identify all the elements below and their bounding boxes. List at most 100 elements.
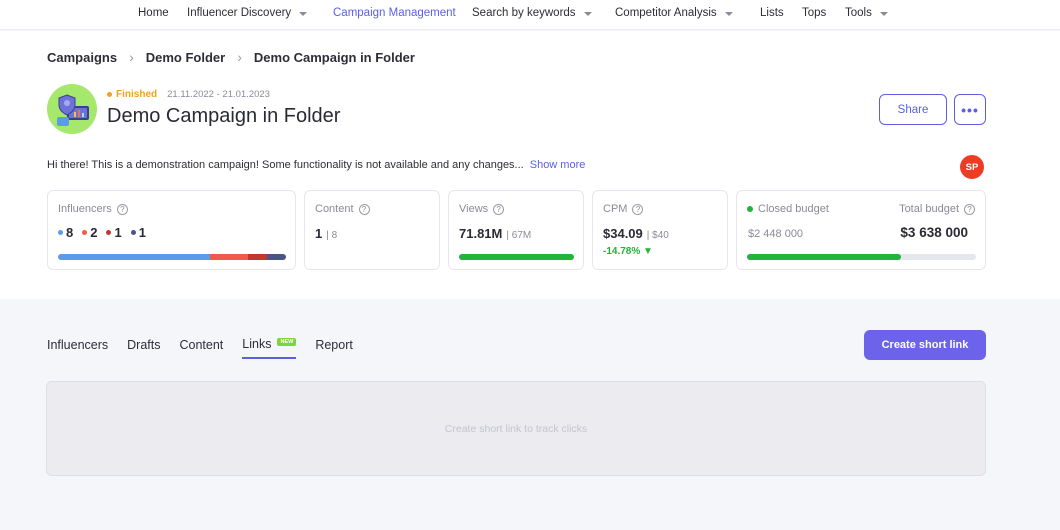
- status-dot-icon: [107, 92, 112, 97]
- influencer-status-dot-icon: [82, 230, 88, 235]
- cpm-amount: $34.09: [603, 226, 643, 241]
- user-avatar[interactable]: SP: [960, 155, 984, 179]
- cpm-target: | $40: [646, 230, 669, 241]
- new-badge: NEW: [277, 338, 297, 346]
- more-options-button[interactable]: •••: [954, 94, 986, 125]
- nav-campaign-management-label: Campaign Management: [333, 7, 456, 19]
- campaign-tabs: Influencers Drafts Content Links NEW Repo…: [47, 337, 372, 359]
- chevron-right-icon: ›: [129, 49, 134, 65]
- influencer-count-0: 8: [58, 225, 73, 240]
- total-budget-label-text: Total budget: [899, 203, 959, 215]
- nav-influencer-discovery-label: Influencer Discovery: [187, 7, 292, 19]
- budget-progress-fill: [747, 254, 902, 260]
- total-budget-value: $3 638 000: [900, 225, 968, 240]
- influencer-bar-segment: [209, 254, 248, 260]
- views-progress-fill: [459, 254, 574, 260]
- influencer-bar-segment: [247, 254, 267, 260]
- top-navigation: Home Influencer Discovery Campaign Manag…: [0, 0, 1060, 30]
- views-label-text: Views: [459, 203, 489, 215]
- page-title: Demo Campaign in Folder: [107, 105, 341, 127]
- help-icon[interactable]: ?: [493, 203, 505, 215]
- content-card[interactable]: Content ? 1 | 8: [304, 190, 440, 270]
- views-progress-track: [459, 254, 574, 260]
- breadcrumb: Campaigns › Demo Folder › Demo Campaign …: [47, 49, 415, 65]
- nav-competitor-analysis[interactable]: Competitor Analysis: [615, 7, 733, 19]
- cpm-delta: -14.78% ▼: [603, 246, 653, 257]
- budget-progress-track: [747, 254, 976, 260]
- content-label: Content ?: [315, 203, 370, 215]
- description-text: Hi there! This is a demonstration campai…: [47, 159, 524, 171]
- chevron-right-icon: ›: [237, 49, 242, 65]
- nav-search-by-keywords-label: Search by keywords: [472, 7, 576, 19]
- nav-tools-label: Tools: [845, 7, 872, 19]
- help-icon[interactable]: ?: [964, 203, 975, 215]
- views-count: 71.81M: [459, 226, 503, 241]
- campaign-avatar: [47, 84, 97, 134]
- breadcrumb-current: Demo Campaign in Folder: [253, 49, 415, 65]
- cpm-label: CPM ?: [603, 203, 644, 215]
- influencer-status-dot-icon: [58, 230, 63, 235]
- budget-card[interactable]: Closed budget Total budget ? $2 448 000 …: [736, 190, 986, 270]
- help-icon[interactable]: ?: [358, 203, 370, 215]
- closed-budget-label-text: Closed budget: [758, 203, 829, 215]
- nav-tops-label: Tops: [802, 7, 827, 19]
- nav-influencer-discovery[interactable]: Influencer Discovery: [187, 7, 308, 19]
- influencer-count-1: 2: [82, 225, 97, 240]
- closed-budget-value: $2 448 000: [748, 228, 804, 240]
- campaign-header: Campaigns › Demo Folder › Demo Campaign …: [0, 31, 1060, 299]
- influencer-count-2: 1: [106, 225, 122, 240]
- nav-competitor-analysis-label: Competitor Analysis: [615, 7, 717, 19]
- nav-search-by-keywords[interactable]: Search by keywords: [472, 7, 592, 19]
- influencer-count-value: 2: [90, 225, 98, 240]
- tab-influencers[interactable]: Influencers: [47, 337, 108, 359]
- tab-drafts[interactable]: Drafts: [127, 337, 160, 359]
- influencers-card[interactable]: Influencers ? 8 2 1 1: [47, 190, 296, 270]
- nav-home[interactable]: Home: [138, 7, 169, 19]
- influencers-label-text: Influencers: [58, 203, 112, 215]
- chevron-down-icon: [724, 12, 733, 16]
- status-badge: Finished: [116, 89, 158, 100]
- tab-report[interactable]: Report: [315, 337, 353, 359]
- breadcrumb-campaigns[interactable]: Campaigns: [47, 50, 117, 65]
- share-button[interactable]: Share: [879, 94, 947, 125]
- influencer-count-value: 8: [66, 225, 74, 240]
- views-label: Views ?: [459, 203, 505, 215]
- campaign-dates: 21.11.2022 - 21.01.2023: [167, 89, 270, 100]
- closed-budget-dot-icon: [747, 206, 753, 212]
- tab-content[interactable]: Content: [180, 337, 224, 359]
- help-icon[interactable]: ?: [116, 203, 128, 215]
- tab-links[interactable]: Links NEW: [242, 337, 297, 359]
- campaign-illustration-icon: [57, 94, 89, 126]
- cpm-card[interactable]: CPM ? $34.09 | $40 -14.78% ▼: [592, 190, 728, 270]
- cpm-label-text: CPM: [603, 203, 628, 215]
- influencers-progress-bar: [58, 254, 286, 260]
- tab-content-label: Content: [179, 338, 224, 352]
- views-card[interactable]: Views ? 71.81M | 67M: [448, 190, 584, 270]
- influencer-counts: 8 2 1 1: [58, 225, 155, 240]
- influencer-bar-segment: [58, 254, 210, 260]
- breadcrumb-folder[interactable]: Demo Folder: [146, 50, 225, 65]
- chevron-down-icon: [583, 12, 592, 16]
- nav-home-label: Home: [138, 7, 169, 19]
- nav-campaign-management[interactable]: Campaign Management: [333, 7, 456, 19]
- closed-budget-label: Closed budget: [747, 203, 829, 215]
- influencer-count-value: 1: [138, 225, 146, 240]
- create-short-link-button[interactable]: Create short link: [864, 330, 986, 360]
- nav-tools[interactable]: Tools: [845, 7, 888, 19]
- content-value: 1 | 8: [315, 226, 337, 241]
- influencer-status-dot-icon: [130, 230, 136, 235]
- campaign-description: Hi there! This is a demonstration campai…: [47, 159, 585, 171]
- nav-tops[interactable]: Tops: [802, 7, 826, 19]
- total-budget-label: Total budget ?: [899, 203, 975, 215]
- show-more-link[interactable]: Show more: [530, 159, 586, 171]
- chevron-down-icon: [879, 12, 888, 16]
- influencer-count-3: 1: [130, 225, 146, 240]
- nav-lists[interactable]: Lists: [760, 7, 784, 19]
- links-empty-state: Create short link to track clicks: [46, 381, 986, 476]
- tab-drafts-label: Drafts: [127, 338, 161, 352]
- influencer-status-dot-icon: [106, 230, 112, 235]
- chevron-down-icon: [299, 12, 308, 16]
- tab-influencers-label: Influencers: [47, 338, 109, 352]
- help-icon[interactable]: ?: [632, 203, 644, 215]
- campaign-status: Finished 21.11.2022 - 21.01.2023: [107, 89, 270, 100]
